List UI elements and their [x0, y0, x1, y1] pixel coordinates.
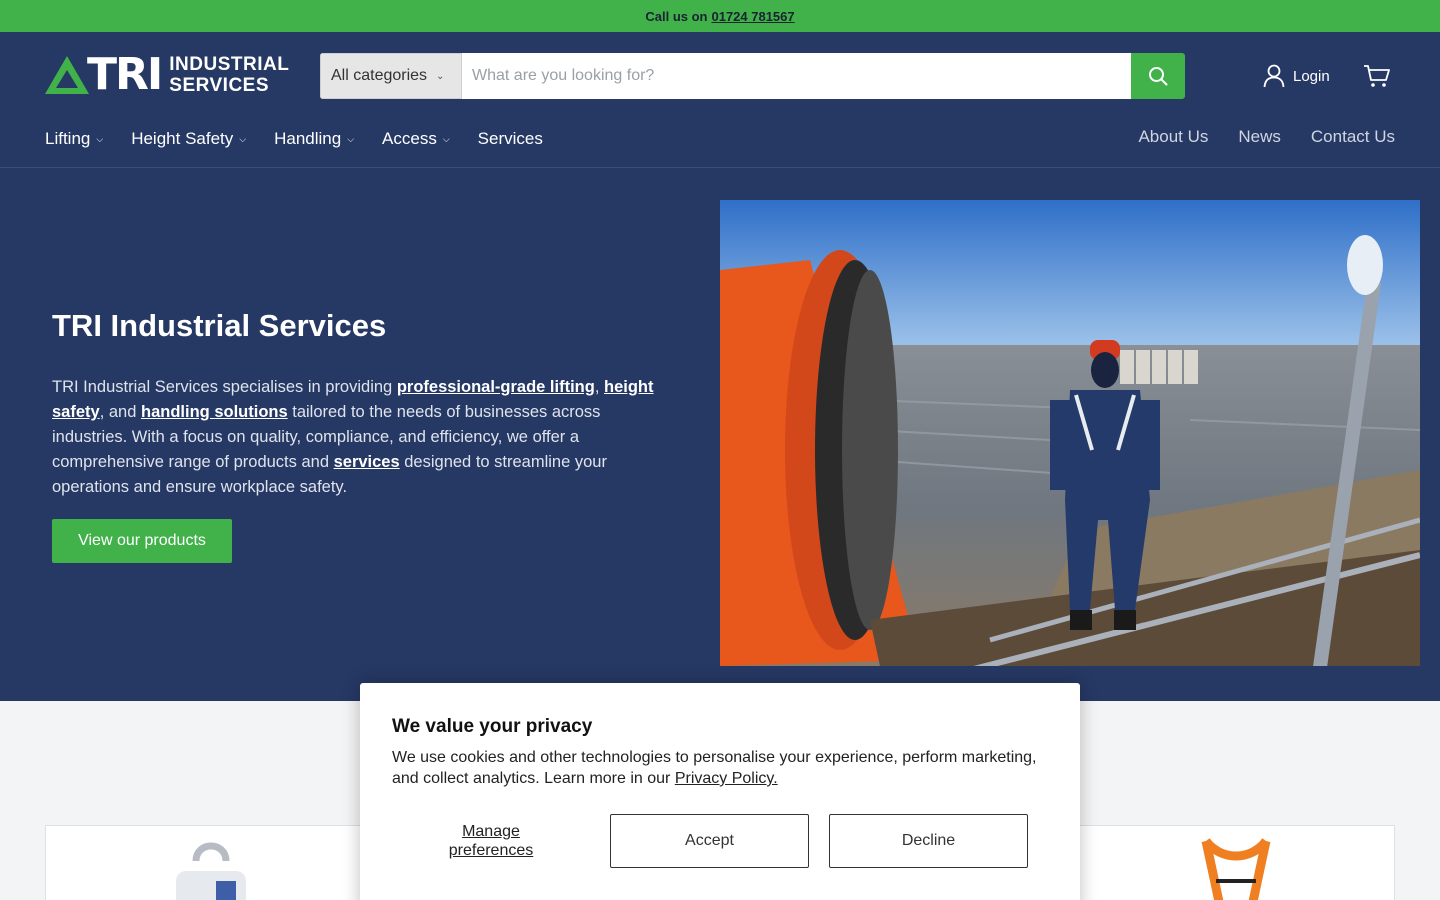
manage-preferences-link[interactable]: Manage preferences: [420, 822, 562, 860]
decline-button[interactable]: Decline: [829, 814, 1028, 868]
product-card[interactable]: [1065, 825, 1395, 900]
nav-item-services[interactable]: Services: [478, 129, 543, 149]
hero-text-segment: TRI Industrial Services specialises in p…: [52, 378, 397, 396]
search-bar: All categories ⌄: [320, 53, 1185, 99]
search-button[interactable]: [1131, 53, 1185, 99]
search-icon: [1149, 67, 1168, 86]
chevron-down-icon: ⌵: [347, 133, 355, 144]
logo-line-1: INDUSTRIAL: [169, 54, 290, 75]
login-link[interactable]: Login: [1263, 64, 1330, 88]
cookie-message: We use cookies and other technologies to…: [392, 747, 1042, 789]
site-header: TRI INDUSTRIAL SERVICES All categories ⌄…: [0, 32, 1440, 168]
hero-image: [720, 200, 1420, 666]
nav-item-label: Handling: [274, 129, 342, 148]
logo-triangle-icon: [45, 56, 89, 94]
nav-item-label: Lifting: [45, 129, 91, 148]
nav-item-label: Services: [477, 129, 543, 148]
safety-harness-image: [1201, 837, 1271, 900]
nav-item-label: Access: [382, 129, 437, 148]
accept-button[interactable]: Accept: [610, 814, 809, 868]
chevron-down-icon: ⌵: [96, 133, 104, 144]
nav-item-height-safety[interactable]: Height Safety ⌵: [131, 129, 246, 149]
view-products-button[interactable]: View our products: [52, 519, 232, 563]
user-icon: [1263, 64, 1285, 88]
login-label: Login: [1293, 67, 1330, 85]
privacy-policy-link[interactable]: Privacy Policy.: [675, 770, 778, 787]
secondary-nav: About Us News Contact Us: [1108, 127, 1395, 147]
nav-item-access[interactable]: Access ⌵: [382, 129, 450, 149]
category-select-label: All categories: [331, 67, 428, 84]
nav-news[interactable]: News: [1238, 127, 1281, 147]
hero-text-segment: , and: [99, 403, 141, 421]
site-logo[interactable]: TRI INDUSTRIAL SERVICES: [45, 49, 297, 100]
cookie-consent-dialog: We value your privacy We use cookies and…: [360, 683, 1080, 900]
search-input[interactable]: [462, 53, 1131, 99]
cart-icon: [1364, 65, 1390, 87]
hero-text-segment: ,: [594, 378, 605, 396]
logo-line-2: SERVICES: [169, 75, 270, 96]
logo-subtitle: INDUSTRIAL SERVICES: [169, 54, 289, 96]
product-card[interactable]: [45, 825, 375, 900]
link-services[interactable]: services: [334, 453, 400, 471]
link-handling-solutions[interactable]: handling solutions: [141, 403, 288, 421]
call-us-label: Call us on: [645, 8, 708, 24]
nav-contact-us[interactable]: Contact Us: [1311, 127, 1395, 147]
cookie-title: We value your privacy: [392, 716, 593, 737]
nav-item-handling[interactable]: Handling ⌵: [274, 129, 354, 149]
category-select[interactable]: All categories ⌄: [320, 53, 462, 99]
hero-title: TRI Industrial Services: [52, 308, 387, 343]
cart-button[interactable]: [1363, 64, 1391, 93]
logo-wordmark: TRI: [87, 49, 163, 100]
nav-item-label: Height Safety: [131, 129, 234, 148]
nav-item-lifting[interactable]: Lifting ⌵: [45, 129, 103, 149]
announcement-bar: Call us on 01724 781567: [0, 0, 1440, 32]
chain-hoist-image: [176, 842, 246, 900]
link-professional-lifting[interactable]: professional-grade lifting: [397, 378, 595, 396]
chevron-down-icon: ⌵: [442, 133, 450, 144]
chevron-down-icon: ⌵: [239, 133, 247, 144]
nav-about-us[interactable]: About Us: [1138, 127, 1208, 147]
chevron-down-icon: ⌄: [436, 70, 445, 82]
main-nav: Lifting ⌵ Height Safety ⌵ Handling ⌵ Access…: [45, 127, 571, 151]
phone-link[interactable]: 01724 781567: [711, 9, 794, 24]
hero-description: TRI Industrial Services specialises in p…: [52, 375, 677, 500]
hero-photo-illustration: [720, 200, 1420, 666]
hero-section: TRI Industrial Services TRI Industrial S…: [0, 168, 1440, 701]
